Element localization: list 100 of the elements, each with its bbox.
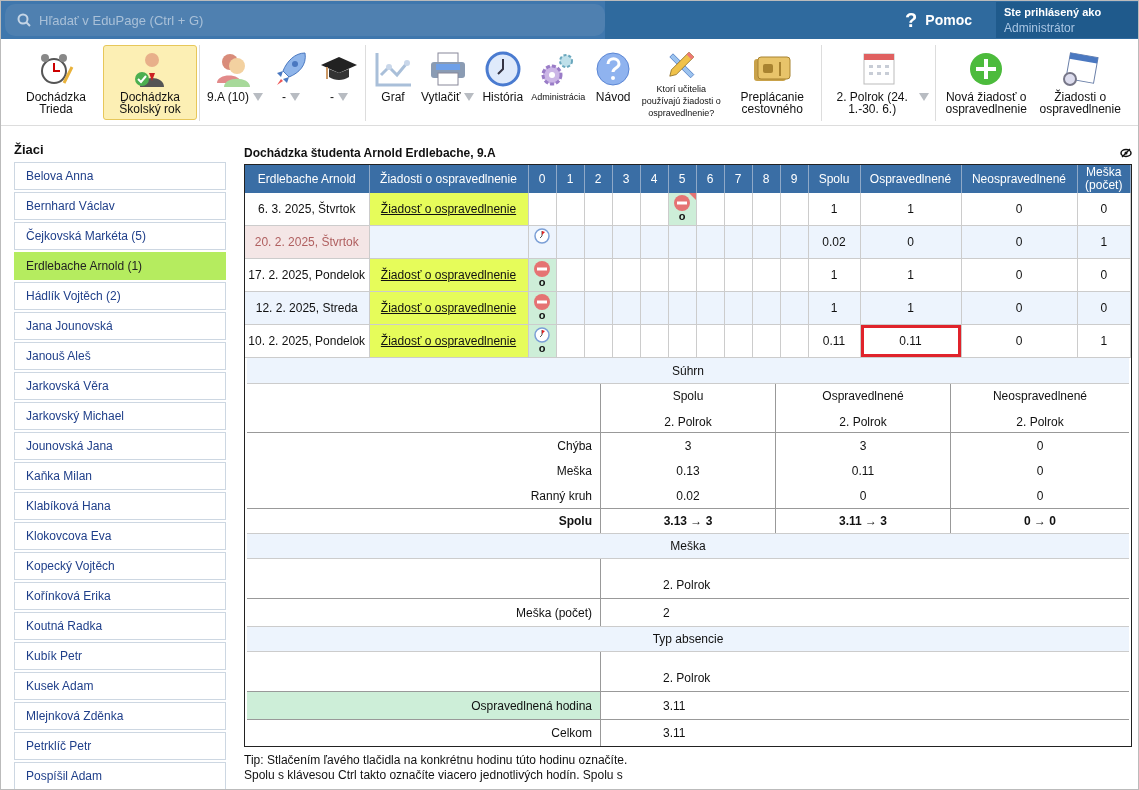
student-item[interactable]: Čejkovská Markéta (5) — [14, 221, 226, 250]
total-cell-text: 1 — [906, 201, 915, 218]
summary-cell-text: 2 — [663, 604, 670, 622]
toolbar-button[interactable]: 9.A (10) — [203, 45, 268, 120]
student-item[interactable]: Pospíšil Adam — [14, 761, 226, 789]
toolbar-button[interactable]: Preplácanie cestovného — [725, 45, 820, 120]
toolbar-button[interactable]: História — [478, 45, 528, 120]
calendar-search-icon — [1060, 49, 1101, 89]
total-cell-text: 1 — [1099, 234, 1109, 251]
dropdown-caret-icon — [253, 93, 264, 101]
account-name: Administrátor — [1004, 20, 1076, 36]
row-label: Chýba — [556, 437, 593, 455]
toolbar-button[interactable]: Graf — [369, 45, 418, 120]
toolbar-button[interactable]: Žiadosti o ospravedlnenie — [1033, 45, 1128, 120]
student-item[interactable]: Petrklíč Petr — [14, 731, 226, 760]
student-item[interactable]: Kopecký Vojtěch — [14, 551, 226, 580]
toolbar-button[interactable]: - — [267, 45, 316, 120]
student-item[interactable]: Jarkovská Věra — [14, 371, 226, 400]
page-title: Dochádzka študenta Arnold Erdlebache, 9.A — [244, 145, 496, 162]
date-cell: 20. 2. 2025, Štvrtok — [245, 225, 369, 259]
date-cell: 6. 3. 2025, Štvrtok — [245, 193, 369, 226]
student-item[interactable]: Jarkovský Michael — [14, 401, 226, 430]
total-cell-text: 1 — [829, 201, 839, 218]
student-item[interactable]: Bernhard Václav — [14, 191, 226, 220]
student-item[interactable]: Kubík Petr — [14, 641, 226, 670]
toolbar-button[interactable]: Návod — [589, 45, 638, 120]
clock-icon — [534, 228, 550, 244]
search-field[interactable]: Hľadať v EduPage (Ctrl + G) — [5, 4, 605, 36]
term-label: 2. Polrok — [1016, 414, 1064, 431]
student-item[interactable]: Mlejnková Zděnka — [14, 701, 226, 730]
toolbar-button[interactable]: Dochádzka Trieda — [9, 45, 103, 120]
dropdown-caret-icon — [290, 93, 301, 101]
student-item[interactable]: Erdlebache Arnold (1) — [14, 251, 226, 280]
student-item[interactable]: Kusek Adam — [14, 671, 226, 700]
total-cell-text: 1 — [906, 300, 915, 317]
term-label: 2. Polrok — [663, 670, 711, 687]
summary-cell: 3 — [600, 433, 775, 458]
help-button[interactable]: ? Pomoc — [905, 9, 972, 31]
toolbar-button[interactable]: Administrácia — [527, 45, 590, 120]
no-entry-icon — [534, 294, 550, 310]
student-item[interactable]: Kořínková Erika — [14, 581, 226, 610]
total-cell-text: 1 — [1099, 333, 1109, 350]
account-label: Ste prihlásený ako — [1004, 5, 1103, 20]
student-item[interactable]: Koutná Radka — [14, 611, 226, 640]
row-label: Meška — [555, 462, 593, 480]
total-cell-text: 0 — [906, 234, 915, 251]
total-cell-text: 0 — [1014, 333, 1024, 350]
student-item[interactable]: Janouš Aleš — [14, 341, 226, 370]
column-header: Ospravedlnené — [822, 388, 904, 405]
date-cell: 17. 2. 2025, Pondelok — [245, 258, 369, 292]
student-item[interactable]: Belova Anna — [14, 161, 226, 190]
summary-cell-text: 3.11 — [663, 725, 686, 742]
toolbar-button[interactable]: Nová žiadosť o ospravedlnenie — [939, 45, 1034, 120]
summary-cell: 0 — [950, 433, 1129, 458]
attendance-mark[interactable]: o — [668, 193, 696, 226]
flag-corner-icon — [688, 193, 696, 200]
summary-cell: 0 — [950, 483, 1129, 508]
column-header: Spolu — [672, 388, 704, 405]
total-cell-text: 0 — [1099, 201, 1109, 218]
attendance-mark[interactable] — [528, 225, 556, 259]
dropdown-caret-icon — [338, 93, 349, 101]
toolbar-button[interactable]: 2. Polrok (24. 1.-30. 6.) — [825, 45, 934, 120]
total-cell-text: 0 — [1099, 267, 1109, 284]
student-item[interactable]: Jana Jounovská — [14, 311, 226, 340]
section-header: Typ absencie — [247, 626, 1129, 652]
sidebar-title: Žiaci — [14, 141, 45, 159]
tip-text: Tip: Stlačením ľavého tlačidla na konkrétnu hodinu túto hodinu označíte. — [244, 753, 629, 768]
search-icon — [17, 13, 31, 27]
student-item[interactable]: Klokovcova Eva — [14, 521, 226, 550]
total-cell: 0.11 — [860, 325, 961, 357]
toolbar-button[interactable]: - — [315, 45, 364, 120]
student-item[interactable]: Klabíková Hana — [14, 491, 226, 520]
summary-cell: 0 — [775, 483, 950, 508]
total-cell-text: 0 — [1014, 300, 1024, 317]
student-item[interactable]: Jounovská Jana — [14, 431, 226, 460]
student-item[interactable]: Hádlík Vojtěch (2) — [14, 281, 226, 310]
total-cell-text: 0.11 — [821, 333, 847, 350]
date-cell: 10. 2. 2025, Pondelok — [245, 324, 369, 358]
row-label: Ospravedlnená hodina — [247, 692, 600, 719]
column-header: Neospravedlnené — [992, 388, 1088, 405]
row-label: Celkom — [550, 725, 593, 742]
total-cell-text: 1 — [829, 300, 839, 317]
clock-icon — [534, 327, 550, 343]
section-header: Súhrn — [247, 358, 1129, 384]
toolbar-button[interactable]: Ktorí učitelia používajú žiadosti o ospravedlnenie? — [637, 45, 726, 120]
summary-cell: 0.11 — [775, 458, 950, 483]
total-cell-text: 0 — [1099, 300, 1109, 317]
total-cell-text: 1 — [829, 267, 839, 284]
section-header: Meška — [247, 533, 1129, 559]
total-cell-text: 1 — [906, 267, 915, 284]
toolbar-button[interactable]: Vytlačiť — [417, 45, 479, 120]
no-entry-icon — [534, 261, 550, 277]
summary-cell: 0 — [950, 458, 1129, 483]
total-cell-text: 0 — [1014, 201, 1024, 218]
student-item[interactable]: Kaňka Milan — [14, 461, 226, 490]
row-label: Meška (počet) — [514, 604, 593, 622]
summary-cell: 3 — [775, 433, 950, 458]
date-cell: 12. 2. 2025, Streda — [245, 291, 369, 325]
toolbar-button[interactable]: Dochádzka Školský rok — [103, 45, 197, 120]
eye-icon[interactable] — [1120, 148, 1132, 158]
